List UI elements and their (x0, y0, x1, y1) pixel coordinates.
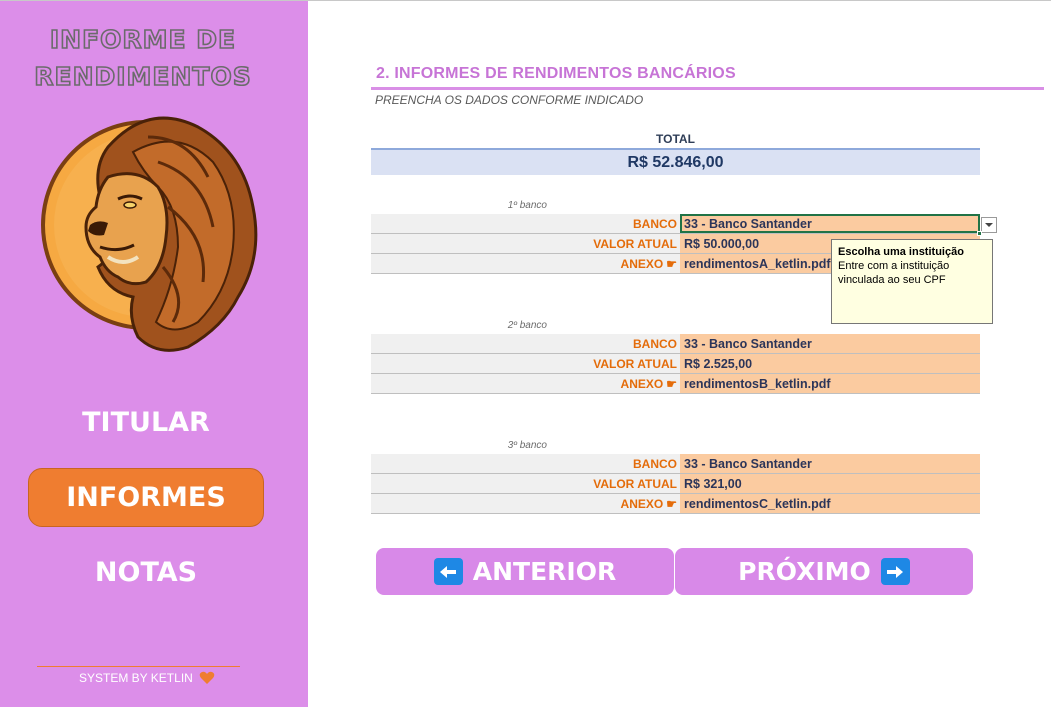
previous-button[interactable]: ANTERIOR (376, 548, 674, 595)
banco-cell[interactable]: 33 - Banco Santander (680, 214, 980, 233)
nav-titular[interactable]: TITULAR (28, 393, 264, 452)
bank-row-anexo: ANEXO ☛ rendimentosB_ketlin.pdf (371, 374, 980, 394)
tooltip-body: Entre com a instituição vinculada ao seu… (838, 260, 950, 286)
banco-cell[interactable]: 33 - Banco Santander (680, 454, 980, 473)
arrow-right-icon (880, 558, 910, 585)
bank-row-valor: VALOR ATUAL R$ 2.525,00 (371, 354, 980, 374)
bank-row-valor: VALOR ATUAL R$ 321,00 (371, 474, 980, 494)
bank-caption: 1º banco (507, 200, 547, 211)
banco-label: BANCO (371, 454, 680, 473)
valor-label: VALOR ATUAL (371, 234, 680, 253)
anexo-label-wrap: ANEXO ☛ (371, 254, 680, 273)
anexo-label-wrap: ANEXO ☛ (371, 494, 680, 513)
app-title-line1: INFORME DE (49, 24, 237, 55)
nav-informes[interactable]: INFORMES (28, 468, 264, 527)
next-button-label: PRÓXIMO (738, 557, 871, 586)
app-window: INFORME DE RENDIMENTOS TITULAR INFORMES … (0, 0, 1051, 707)
bank-row-banco: BANCO 33 - Banco Santander (371, 454, 980, 474)
anexo-cell[interactable]: rendimentosC_ketlin.pdf (680, 494, 980, 513)
footer: SYSTEM BY KETLIN (37, 671, 249, 685)
next-button[interactable]: PRÓXIMO (675, 548, 973, 595)
banco-cell[interactable]: 33 - Banco Santander (680, 334, 980, 353)
pointing-hand-icon: ☛ (666, 257, 677, 271)
bank-row-anexo: ANEXO ☛ rendimentosC_ketlin.pdf (371, 494, 980, 514)
app-title: INFORME DE RENDIMENTOS (0, 21, 286, 95)
anexo-label: ANEXO (620, 257, 664, 271)
banco-label: BANCO (371, 214, 680, 233)
arrow-left-icon (433, 558, 463, 585)
anexo-label-wrap: ANEXO ☛ (371, 374, 680, 393)
bank-row-banco: BANCO 33 - Banco Santander (371, 214, 980, 234)
lion-logo (41, 116, 258, 352)
section-subtitle: PREENCHA OS DADOS CONFORME INDICADO (375, 93, 644, 107)
total-label: TOTAL (656, 132, 695, 146)
app-title-line2: RENDIMENTOS (33, 61, 252, 92)
valor-cell[interactable]: R$ 2.525,00 (680, 354, 980, 373)
sidebar: INFORME DE RENDIMENTOS TITULAR INFORMES … (0, 1, 308, 707)
cell-fill-handle[interactable] (977, 231, 982, 236)
banco-label: BANCO (371, 334, 680, 353)
footer-divider (37, 666, 240, 667)
nav-notas[interactable]: NOTAS (28, 543, 264, 602)
bank-row-banco: BANCO 33 - Banco Santander (371, 334, 980, 354)
tooltip-title: Escolha uma instituição (838, 246, 964, 258)
footer-text: SYSTEM BY KETLIN (79, 671, 193, 685)
chevron-down-icon (985, 223, 993, 227)
valor-label: VALOR ATUAL (371, 474, 680, 493)
bank-caption: 3º banco (507, 440, 547, 451)
pointing-hand-icon: ☛ (666, 497, 677, 511)
title-divider (371, 87, 1044, 90)
bank-caption: 2º banco (507, 320, 547, 331)
heart-icon (199, 671, 215, 684)
total-value: R$ 52.846,00 (371, 148, 980, 175)
validation-tooltip: Escolha uma instituição Entre com a inst… (831, 239, 993, 324)
anexo-label: ANEXO (620, 497, 664, 511)
anexo-label: ANEXO (620, 377, 664, 391)
dropdown-arrow-button[interactable] (981, 217, 997, 233)
valor-label: VALOR ATUAL (371, 354, 680, 373)
anexo-cell[interactable]: rendimentosB_ketlin.pdf (680, 374, 980, 393)
previous-button-label: ANTERIOR (472, 557, 617, 586)
section-title: 2. INFORMES DE RENDIMENTOS BANCÁRIOS (376, 65, 736, 82)
valor-cell[interactable]: R$ 321,00 (680, 474, 980, 493)
pointing-hand-icon: ☛ (666, 377, 677, 391)
